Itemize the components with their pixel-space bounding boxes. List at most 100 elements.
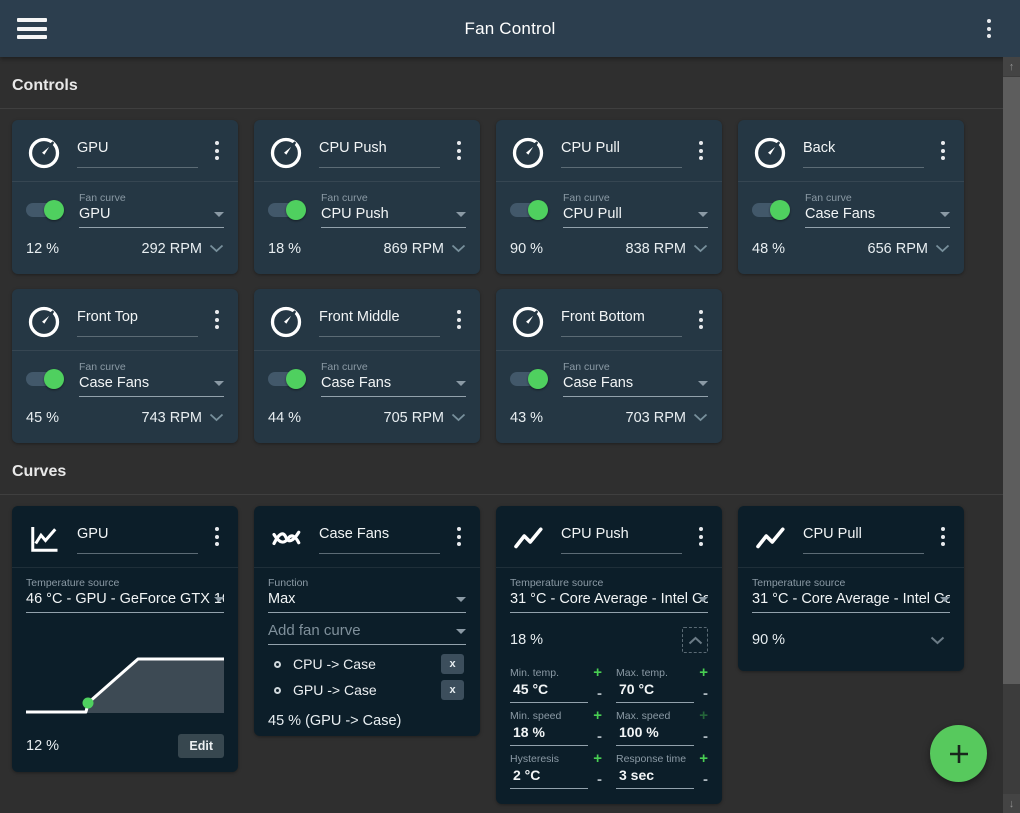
- fan-curve-select[interactable]: Fan curve CPU Pull: [563, 192, 708, 228]
- decrement-button[interactable]: -: [588, 732, 602, 746]
- fan-rpm-expander[interactable]: 656 RPM: [868, 241, 950, 257]
- menu-icon[interactable]: [17, 14, 47, 44]
- increment-button[interactable]: +: [588, 667, 602, 679]
- card-menu-icon[interactable]: [692, 133, 710, 164]
- remove-member-button[interactable]: x: [441, 680, 464, 700]
- parameter-value[interactable]: 100 %: [616, 723, 694, 746]
- fan-rpm-expander[interactable]: 869 RPM: [384, 241, 466, 257]
- increment-button[interactable]: +: [588, 753, 602, 765]
- fan-enabled-toggle[interactable]: [752, 200, 790, 220]
- card-menu-icon[interactable]: [208, 133, 226, 164]
- dropdown-arrow-icon: [698, 381, 708, 386]
- card-menu-icon[interactable]: [934, 133, 952, 164]
- parameter-value[interactable]: 45 °C: [510, 680, 588, 703]
- controls-row-2: Front Top Fan curve Case Fans 45 % 743 R…: [12, 289, 991, 443]
- scroll-down-button[interactable]: ↓: [1003, 794, 1020, 813]
- fan-name: Back: [803, 133, 924, 168]
- curve-member-label: GPU -> Case: [293, 682, 441, 698]
- fan-enabled-toggle[interactable]: [268, 369, 306, 389]
- parameter-value[interactable]: 18 %: [510, 723, 588, 746]
- gauge-icon: [752, 135, 788, 171]
- collapse-expander[interactable]: [682, 627, 708, 653]
- fan-curve-select[interactable]: Fan curve Case Fans: [805, 192, 950, 228]
- scrollbar-thumb[interactable]: [1003, 77, 1020, 684]
- decrement-button[interactable]: -: [694, 732, 708, 746]
- chevron-down-icon: [451, 241, 466, 257]
- fan-rpm: 292 RPM: [142, 241, 202, 257]
- curve-member-label: CPU -> Case: [293, 656, 441, 672]
- fan-curve-value: GPU: [79, 206, 224, 222]
- fan-enabled-toggle[interactable]: [510, 200, 548, 220]
- parameter-value[interactable]: 70 °C: [616, 680, 694, 703]
- function-value: Max: [268, 591, 466, 607]
- fan-name: Front Bottom: [561, 302, 682, 337]
- edit-button[interactable]: Edit: [178, 734, 224, 758]
- decrement-button[interactable]: -: [694, 689, 708, 703]
- fan-curve-select[interactable]: Fan curve CPU Push: [321, 192, 466, 228]
- scrollbar[interactable]: ↑ ↓: [1003, 57, 1020, 813]
- fan-percent: 90 %: [510, 241, 543, 257]
- bullet-icon: [274, 661, 281, 668]
- increment-button[interactable]: +: [694, 667, 708, 679]
- overflow-menu-icon[interactable]: [980, 15, 998, 42]
- fan-percent: 48 %: [752, 241, 785, 257]
- card-menu-icon[interactable]: [692, 302, 710, 333]
- fan-curve-select[interactable]: Fan curve GPU: [79, 192, 224, 228]
- fan-curve-graph[interactable]: [26, 654, 224, 721]
- fan-rpm-expander[interactable]: 838 RPM: [626, 241, 708, 257]
- fan-enabled-toggle[interactable]: [510, 369, 548, 389]
- fan-curve-select[interactable]: Fan curve Case Fans: [79, 361, 224, 397]
- parameter-value[interactable]: 3 sec: [616, 766, 694, 789]
- dropdown-arrow-icon: [456, 381, 466, 386]
- control-card: Back Fan curve Case Fans 48 % 656 RPM: [738, 120, 964, 274]
- gauge-icon: [268, 304, 304, 340]
- card-menu-icon[interactable]: [208, 519, 226, 550]
- dropdown-arrow-icon: [940, 597, 950, 602]
- fan-curve-value: Case Fans: [805, 206, 950, 222]
- fan-curve-label: Fan curve: [563, 361, 708, 373]
- temperature-source-select[interactable]: Temperature source 31 °C - Core Average …: [510, 577, 708, 613]
- fan-enabled-toggle[interactable]: [26, 200, 64, 220]
- card-menu-icon[interactable]: [450, 133, 468, 164]
- fan-rpm-expander[interactable]: 703 RPM: [626, 410, 708, 426]
- remove-member-button[interactable]: x: [441, 654, 464, 674]
- dropdown-arrow-icon: [456, 629, 466, 634]
- fan-rpm-expander[interactable]: 705 RPM: [384, 410, 466, 426]
- curve-card-cpu-push: CPU Push Temperature source 31 °C - Core…: [496, 506, 722, 804]
- curve-status: 45 % (GPU -> Case): [254, 703, 480, 729]
- fan-rpm-expander[interactable]: 743 RPM: [142, 410, 224, 426]
- fan-enabled-toggle[interactable]: [26, 369, 64, 389]
- fan-enabled-toggle[interactable]: [268, 200, 306, 220]
- card-menu-icon[interactable]: [934, 519, 952, 550]
- increment-button[interactable]: +: [694, 710, 708, 722]
- chevron-down-icon: [693, 410, 708, 426]
- parameter-label: Max. speed: [616, 710, 670, 722]
- decrement-button[interactable]: -: [588, 775, 602, 789]
- add-fan-curve-select[interactable]: Add fan curve: [268, 622, 466, 645]
- curve-parameter: Max. speed + 100 % -: [616, 710, 708, 746]
- increment-button[interactable]: +: [694, 753, 708, 765]
- curve-member-row: GPU -> Case x: [274, 677, 466, 703]
- card-menu-icon[interactable]: [692, 519, 710, 550]
- card-menu-icon[interactable]: [208, 302, 226, 333]
- increment-button[interactable]: +: [588, 710, 602, 722]
- dropdown-arrow-icon: [940, 212, 950, 217]
- add-button[interactable]: [930, 725, 987, 782]
- fan-rpm-expander[interactable]: 292 RPM: [142, 241, 224, 257]
- fan-curve-select[interactable]: Fan curve Case Fans: [321, 361, 466, 397]
- function-select[interactable]: Function Max: [268, 577, 466, 613]
- scroll-up-button[interactable]: ↑: [1003, 57, 1020, 76]
- control-card: GPU Fan curve GPU 12 % 292 RPM: [12, 120, 238, 274]
- fan-name: GPU: [77, 133, 198, 168]
- decrement-button[interactable]: -: [588, 689, 602, 703]
- temperature-source-select[interactable]: Temperature source 46 °C - GPU - GeForce…: [26, 577, 224, 613]
- fan-rpm: 703 RPM: [626, 410, 686, 426]
- fan-curve-select[interactable]: Fan curve Case Fans: [563, 361, 708, 397]
- expand-expander[interactable]: [924, 627, 950, 653]
- dropdown-arrow-icon: [214, 212, 224, 217]
- parameter-value[interactable]: 2 °C: [510, 766, 588, 789]
- card-menu-icon[interactable]: [450, 519, 468, 550]
- temperature-source-select[interactable]: Temperature source 31 °C - Core Average …: [752, 577, 950, 613]
- card-menu-icon[interactable]: [450, 302, 468, 333]
- decrement-button[interactable]: -: [694, 775, 708, 789]
